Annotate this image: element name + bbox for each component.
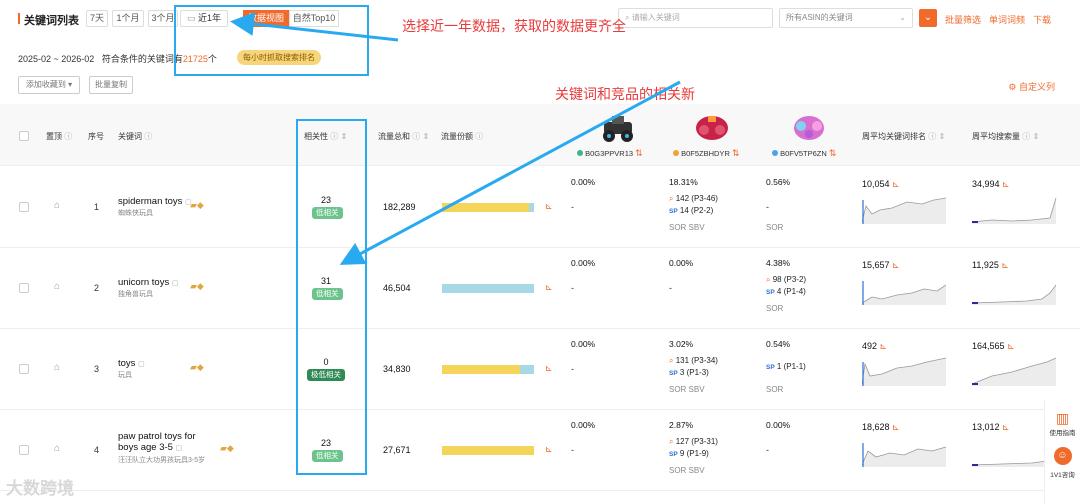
consult-icon[interactable]: ☺ [1053,447,1072,465]
annotation-arrows [230,12,681,265]
watermark: 大数跨境 [6,479,74,498]
guide-label[interactable]: 使用指南 [1045,427,1080,437]
floating-sidebar: ▥ 使用指南 ☺ 1V1咨询 [1044,400,1080,504]
consult-label[interactable]: 1V1咨询 [1045,469,1080,479]
guide-icon[interactable]: ▥ [1045,410,1080,427]
